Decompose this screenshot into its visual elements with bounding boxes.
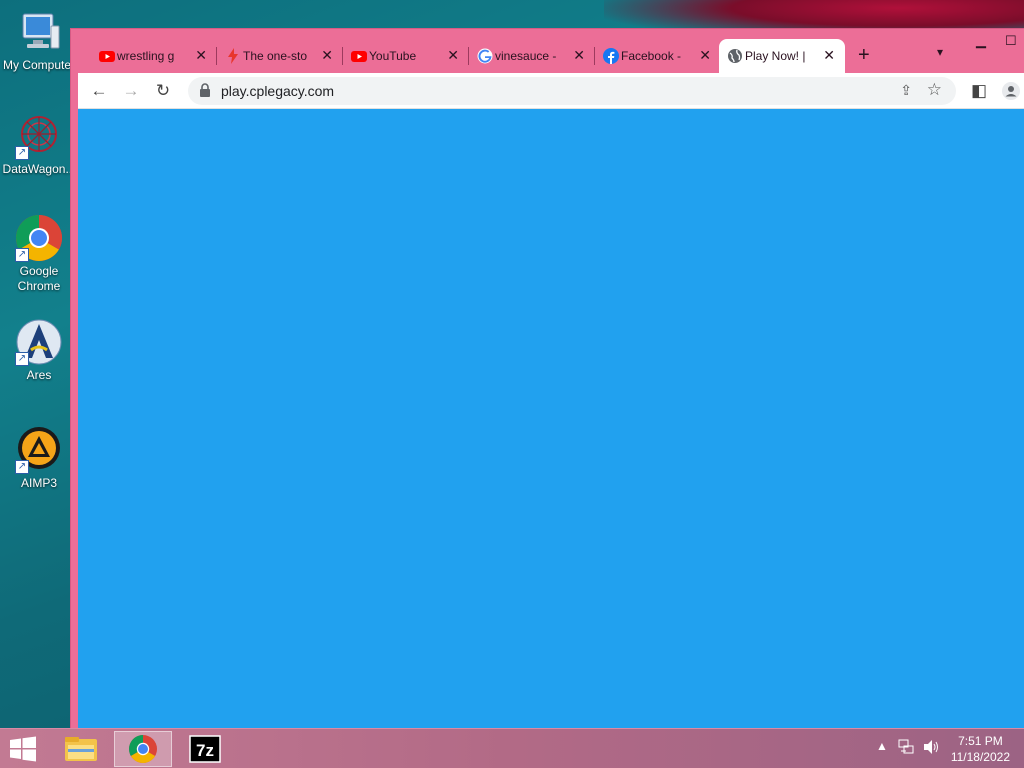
youtube-icon bbox=[351, 51, 367, 62]
desktop-icon-aimp3[interactable]: ↗ AIMP3 bbox=[2, 426, 76, 491]
side-panel-icon[interactable]: ◧ bbox=[968, 80, 990, 102]
clock-time: 7:51 PM bbox=[958, 734, 1003, 748]
close-icon[interactable]: ✕ bbox=[321, 47, 333, 64]
lock-icon bbox=[200, 83, 210, 97]
browser-toolbar: ← → ↻ play.cplegacy.com ⇪ ☆ ◧ bbox=[78, 73, 1024, 109]
reload-icon[interactable]: ↻ bbox=[152, 80, 174, 102]
google-icon bbox=[477, 48, 493, 64]
minimize-icon[interactable]: ▁ bbox=[976, 33, 986, 49]
close-icon[interactable]: ✕ bbox=[447, 47, 459, 64]
facebook-icon bbox=[603, 48, 619, 64]
aimp-icon: ↗ bbox=[15, 426, 63, 474]
tab-title: wrestling g bbox=[117, 49, 175, 63]
windows-start-icon[interactable] bbox=[8, 736, 38, 762]
svg-text:7z: 7z bbox=[196, 741, 214, 760]
desktop-icon-my-computer[interactable]: My Computer bbox=[2, 8, 76, 73]
chrome-window: wrestling g ✕ The one-sto ✕ YouTube ✕ vi… bbox=[70, 28, 1024, 736]
tab-title: The one-sto bbox=[243, 49, 308, 63]
network-icon[interactable] bbox=[898, 739, 914, 758]
taskbar-7zip[interactable]: 7z bbox=[176, 731, 234, 767]
bookmark-star-icon[interactable]: ☆ bbox=[927, 80, 942, 100]
share-icon[interactable]: ⇪ bbox=[900, 82, 912, 99]
globe-icon bbox=[728, 49, 742, 63]
back-arrow-icon[interactable]: ← bbox=[88, 80, 110, 102]
bolt-icon bbox=[228, 48, 238, 64]
close-icon[interactable]: ✕ bbox=[195, 47, 207, 64]
page-content[interactable] bbox=[78, 109, 1024, 729]
tab-one-stop[interactable]: The one-sto ✕ bbox=[217, 39, 343, 73]
desktop-icon-datawagon[interactable]: ↗ DataWagon... bbox=[2, 112, 76, 177]
desktop-icon-label: Ares bbox=[26, 368, 52, 382]
url-text[interactable]: play.cplegacy.com bbox=[221, 83, 334, 99]
address-bar[interactable]: play.cplegacy.com ⇪ ☆ bbox=[188, 77, 956, 105]
shortcut-arrow-icon: ↗ bbox=[15, 460, 29, 474]
chrome-icon bbox=[129, 735, 157, 763]
tab-youtube[interactable]: YouTube ✕ bbox=[343, 39, 469, 73]
system-clock[interactable]: 7:51 PM 11/18/2022 bbox=[951, 733, 1010, 765]
close-icon[interactable]: ✕ bbox=[823, 47, 835, 64]
desktop-icon-label: AIMP3 bbox=[20, 476, 57, 490]
shortcut-arrow-icon: ↗ bbox=[15, 146, 29, 160]
tab-title: vinesauce - bbox=[495, 49, 557, 63]
folder-icon bbox=[65, 737, 97, 761]
taskbar-google-chrome[interactable] bbox=[114, 731, 172, 767]
desktop-icon-google-chrome[interactable]: ↗ Google Chrome bbox=[2, 214, 76, 294]
datawagon-icon: ↗ bbox=[15, 112, 63, 160]
tab-title: Facebook - bbox=[621, 49, 682, 63]
computer-icon bbox=[15, 8, 63, 56]
new-tab-button[interactable]: + bbox=[858, 44, 870, 67]
shortcut-arrow-icon: ↗ bbox=[15, 248, 29, 262]
tab-facebook[interactable]: Facebook - ✕ bbox=[595, 39, 721, 73]
youtube-icon bbox=[99, 51, 115, 62]
clock-date: 11/18/2022 bbox=[950, 750, 1010, 764]
desktop-icon-label: Google Chrome bbox=[17, 264, 61, 293]
desktop-icon-label: DataWagon... bbox=[2, 162, 76, 176]
tab-play-now[interactable]: Play Now! | ✕ bbox=[719, 39, 845, 73]
ares-icon: ↗ bbox=[15, 318, 63, 366]
shortcut-arrow-icon: ↗ bbox=[15, 352, 29, 366]
tab-wrestling[interactable]: wrestling g ✕ bbox=[91, 39, 217, 73]
7zip-icon: 7z bbox=[189, 735, 221, 763]
maximize-icon[interactable]: ☐ bbox=[1005, 33, 1017, 49]
desktop-icon-label: My Computer bbox=[2, 58, 76, 72]
forward-arrow-icon[interactable]: → bbox=[120, 80, 142, 102]
tab-search-chevron-icon[interactable]: ▾ bbox=[937, 45, 943, 59]
tab-title: YouTube bbox=[369, 49, 417, 63]
chrome-icon: ↗ bbox=[15, 214, 63, 262]
volume-icon[interactable] bbox=[922, 739, 940, 758]
taskbar: 7z ▲ 7:51 PM 11/18/2022 bbox=[0, 728, 1024, 768]
tray-expand-icon[interactable]: ▲ bbox=[876, 739, 888, 753]
tab-strip: wrestling g ✕ The one-sto ✕ YouTube ✕ vi… bbox=[71, 29, 1024, 73]
taskbar-file-explorer[interactable] bbox=[52, 731, 110, 767]
desktop-icon-ares[interactable]: ↗ Ares bbox=[2, 318, 76, 383]
profile-avatar-icon[interactable] bbox=[1000, 80, 1022, 102]
tab-vinesauce[interactable]: vinesauce - ✕ bbox=[469, 39, 595, 73]
tab-title: Play Now! | bbox=[745, 49, 806, 63]
close-icon[interactable]: ✕ bbox=[573, 47, 585, 64]
close-icon[interactable]: ✕ bbox=[699, 47, 711, 64]
